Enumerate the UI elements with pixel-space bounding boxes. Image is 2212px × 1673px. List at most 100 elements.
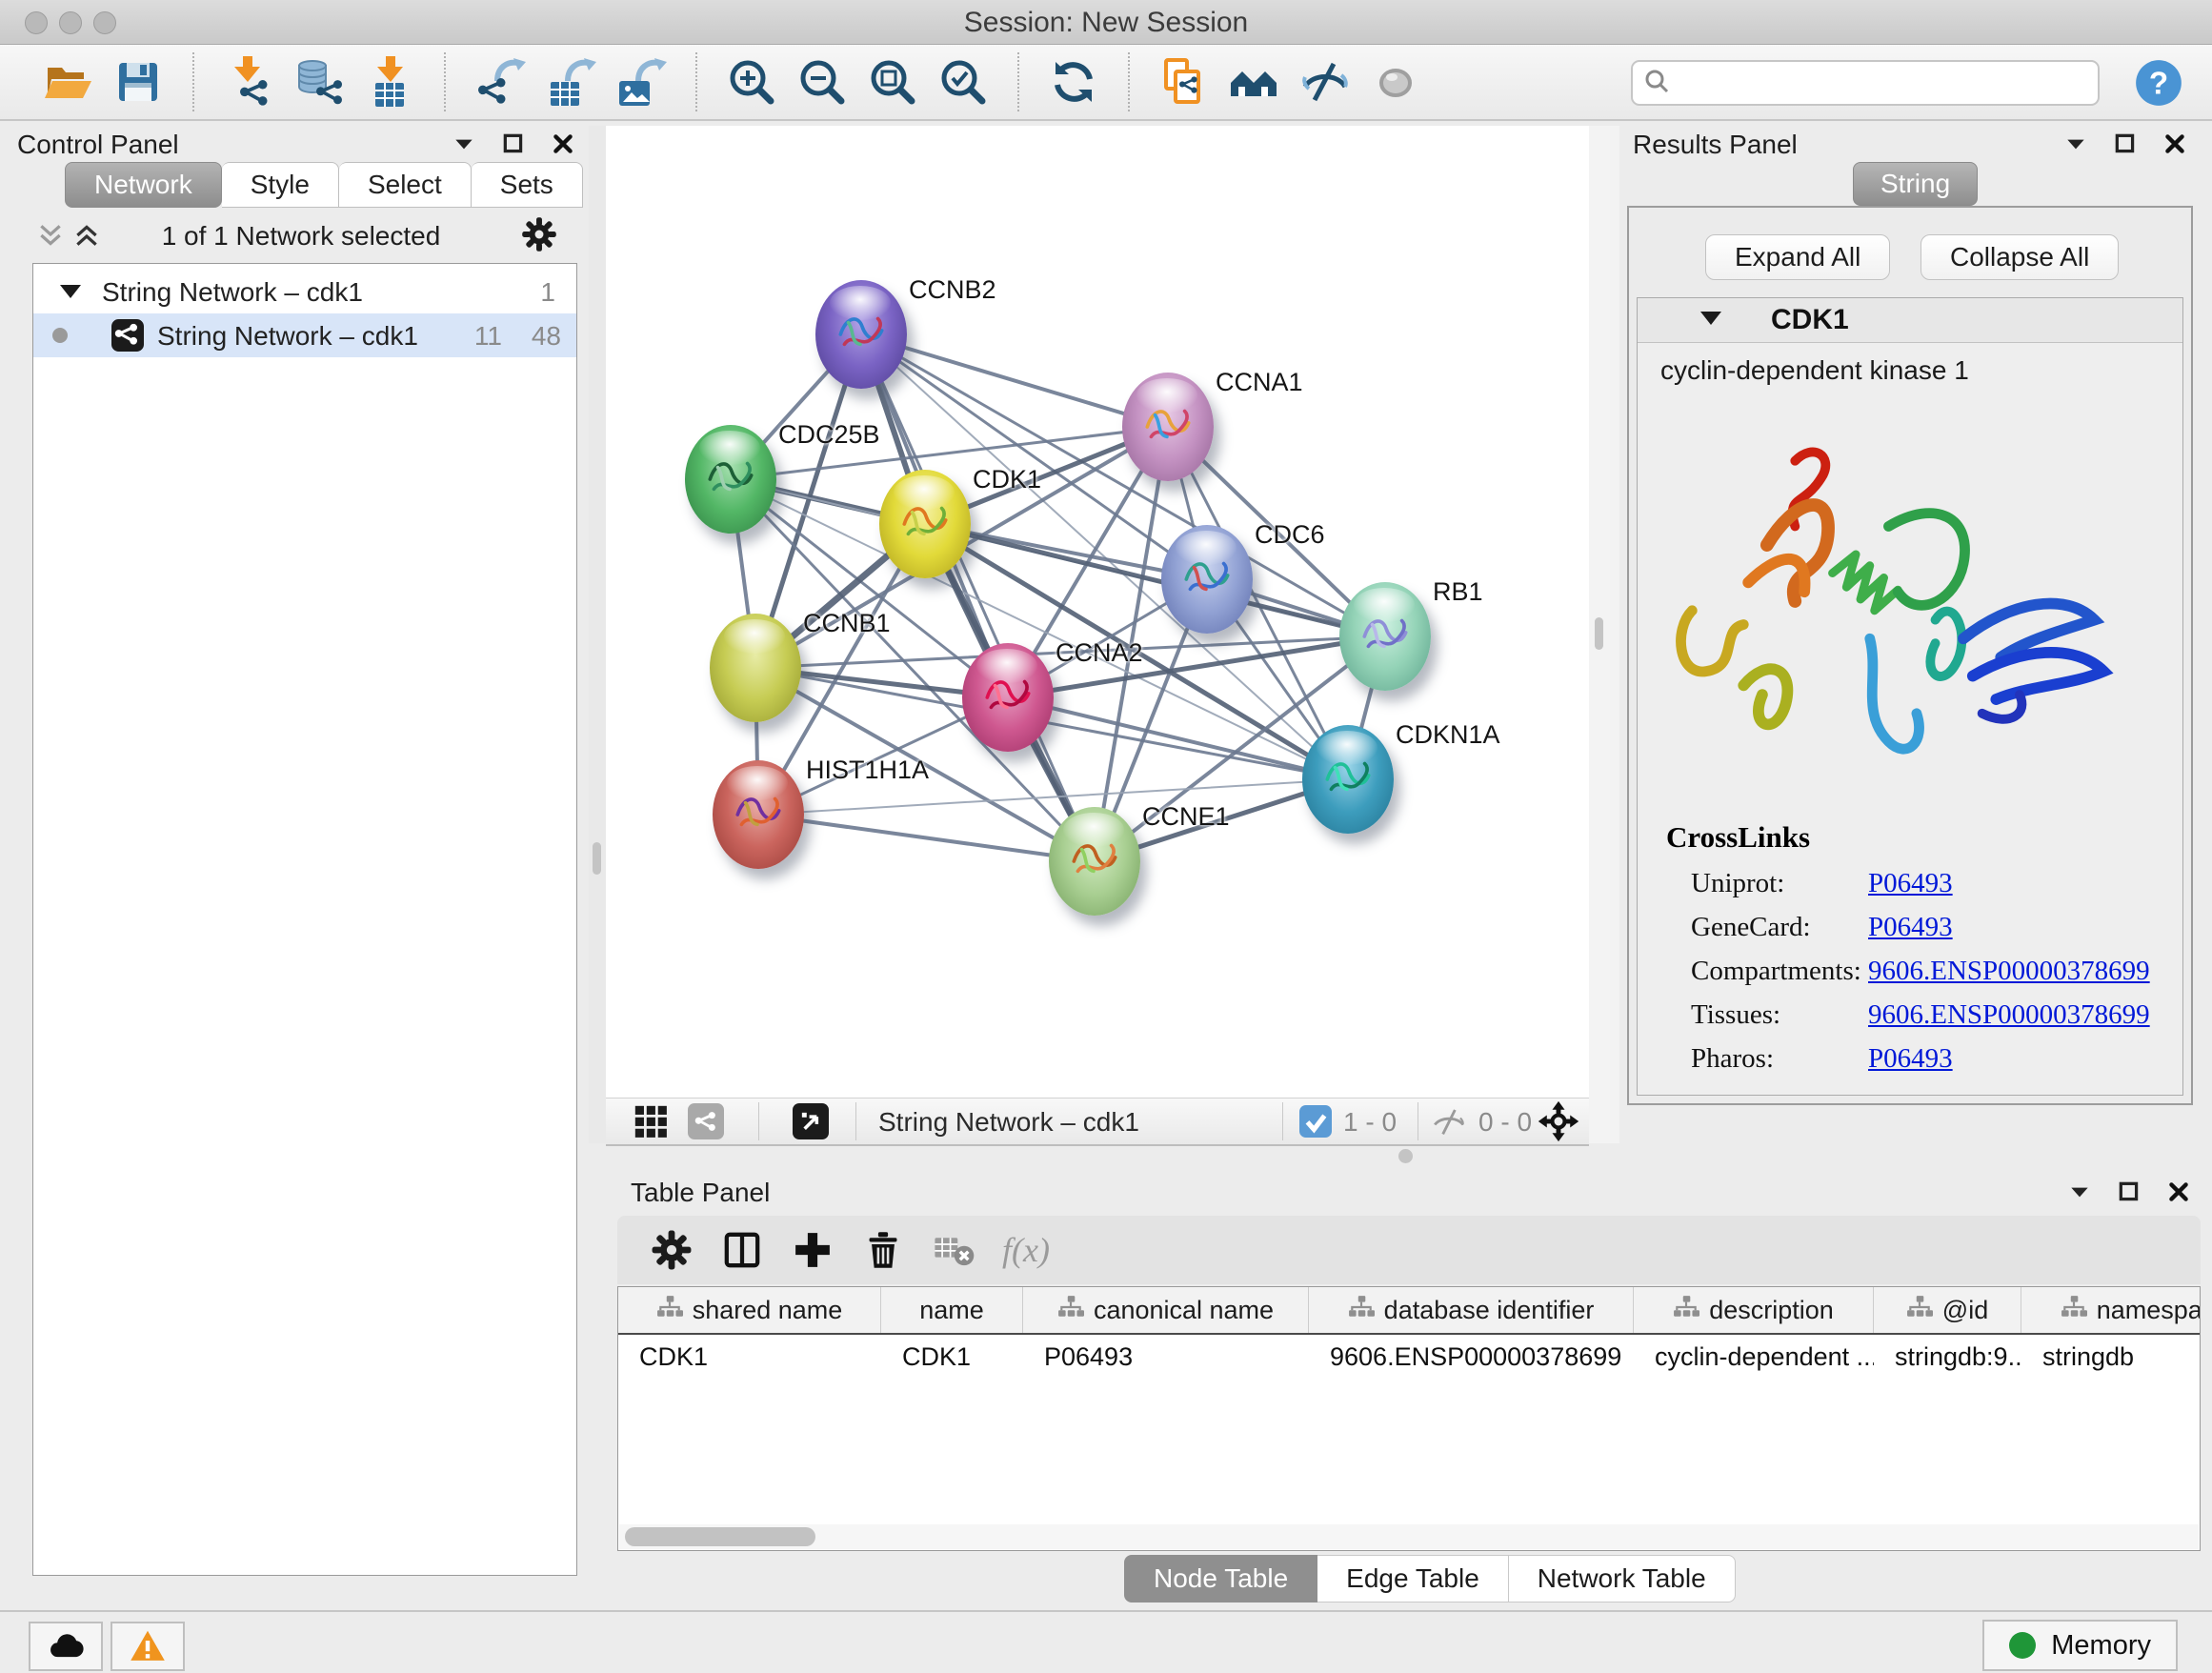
- cell-canonical-name[interactable]: P06493: [1023, 1335, 1309, 1379]
- panel-menu-icon[interactable]: [2067, 1179, 2092, 1209]
- panel-float-icon[interactable]: [501, 131, 526, 161]
- right-splitter[interactable]: [1589, 126, 1619, 1143]
- column-header-description[interactable]: description: [1634, 1287, 1874, 1333]
- zoom-out-button[interactable]: [794, 54, 850, 110]
- import-network-button[interactable]: [221, 54, 276, 110]
- cloud-button[interactable]: [29, 1622, 103, 1671]
- column-header-namespace[interactable]: namespace: [2021, 1287, 2201, 1333]
- cell-database-identifier[interactable]: 9606.ENSP00000378699: [1309, 1335, 1634, 1379]
- hide-items-button[interactable]: [1297, 54, 1353, 110]
- expand-all-button[interactable]: Expand All: [1705, 234, 1890, 280]
- edge-CCNB2-CCNA1[interactable]: [861, 334, 1168, 427]
- tab-style[interactable]: Style: [222, 162, 339, 208]
- zoom-fit-button[interactable]: [865, 54, 920, 110]
- panel-close-icon[interactable]: [551, 131, 575, 161]
- zoom-in-button[interactable]: [724, 54, 779, 110]
- memory-button[interactable]: Memory: [1982, 1620, 2178, 1671]
- birdseye-view-icon[interactable]: [793, 1103, 829, 1139]
- node-CDC6[interactable]: [1161, 525, 1253, 634]
- node-CCNA1[interactable]: [1122, 373, 1214, 481]
- panel-close-icon[interactable]: [2162, 131, 2187, 161]
- node-CDKN1A[interactable]: [1302, 725, 1394, 834]
- refresh-layout-button[interactable]: [1046, 54, 1101, 110]
- fit-content-crosshair-icon[interactable]: [1538, 1100, 1579, 1142]
- add-column-icon[interactable]: [791, 1228, 835, 1272]
- function-builder-icon[interactable]: f(x): [1002, 1230, 1050, 1270]
- network-share-icon[interactable]: [688, 1103, 724, 1139]
- cell-namespace[interactable]: stringdb: [2021, 1335, 2201, 1379]
- cell--id[interactable]: stringdb:9...: [1874, 1335, 2021, 1379]
- tab-string[interactable]: String: [1853, 162, 1978, 206]
- open-session-button[interactable]: [40, 54, 95, 110]
- show-columns-icon[interactable]: [720, 1228, 764, 1272]
- tab-network-table[interactable]: Network Table: [1509, 1555, 1736, 1602]
- cell-shared-name[interactable]: CDK1: [618, 1335, 881, 1379]
- delete-column-icon[interactable]: [861, 1228, 905, 1272]
- tab-edge-table[interactable]: Edge Table: [1317, 1555, 1509, 1602]
- zoom-selected-button[interactable]: [935, 54, 991, 110]
- import-table-button[interactable]: [362, 54, 417, 110]
- node-CCNB2[interactable]: [815, 280, 907, 389]
- search-input[interactable]: [1671, 63, 2098, 103]
- collection-expander-icon[interactable]: [60, 285, 81, 298]
- node-RB1[interactable]: [1339, 582, 1431, 691]
- node-HIST1H1A[interactable]: [713, 760, 804, 869]
- grid-view-icon[interactable]: [633, 1103, 669, 1139]
- panel-float-icon[interactable]: [2117, 1179, 2142, 1209]
- left-splitter[interactable]: [589, 126, 606, 1143]
- network-options-gear-icon[interactable]: [520, 215, 558, 253]
- horizontal-splitter-grip[interactable]: [1398, 1149, 1413, 1163]
- edge-HIST1H1A-CCNE1[interactable]: [758, 815, 1095, 861]
- column-header-shared-name[interactable]: shared name: [618, 1287, 881, 1333]
- gene-expander-icon[interactable]: [1700, 312, 1721, 325]
- import-database-button[interactable]: [292, 54, 347, 110]
- node-CDC25B[interactable]: [685, 425, 776, 534]
- show-items-button[interactable]: [1368, 54, 1423, 110]
- crosslink-link[interactable]: P06493: [1868, 868, 1953, 899]
- cell-name[interactable]: CDK1: [881, 1335, 1023, 1379]
- right-splitter-grip[interactable]: [1595, 617, 1603, 650]
- selected-checkbox-icon[interactable]: [1299, 1105, 1332, 1138]
- table-horizontal-scrollbar[interactable]: [619, 1524, 2199, 1549]
- panel-float-icon[interactable]: [2113, 131, 2138, 161]
- crosslink-link[interactable]: P06493: [1868, 1043, 1953, 1075]
- tab-select[interactable]: Select: [339, 162, 472, 208]
- delete-table-icon[interactable]: [932, 1228, 975, 1272]
- column-header--id[interactable]: @id: [1874, 1287, 2021, 1333]
- clone-network-button[interactable]: [1156, 54, 1212, 110]
- save-session-button[interactable]: [111, 54, 166, 110]
- left-splitter-grip[interactable]: [593, 842, 601, 875]
- horizontal-splitter[interactable]: [606, 1143, 2212, 1174]
- panel-menu-icon[interactable]: [452, 131, 476, 161]
- column-header-name[interactable]: name: [881, 1287, 1023, 1333]
- node-CCNE1[interactable]: [1049, 807, 1140, 916]
- table-row[interactable]: CDK1CDK1P064939606.ENSP00000378699cyclin…: [618, 1335, 2201, 1379]
- column-header-canonical-name[interactable]: canonical name: [1023, 1287, 1309, 1333]
- warnings-button[interactable]: [111, 1622, 185, 1671]
- tab-node-table[interactable]: Node Table: [1124, 1555, 1317, 1602]
- network-collection-row[interactable]: String Network – cdk1 1: [33, 270, 576, 313]
- scrollbar-thumb[interactable]: [625, 1527, 815, 1546]
- export-network-button[interactable]: [473, 54, 528, 110]
- edge-CCNA2-CDKN1A[interactable]: [1008, 697, 1348, 779]
- tab-network[interactable]: Network: [65, 162, 222, 208]
- network-canvas[interactable]: CCNB2CCNA1CDC25BCDK1CDC6RB1CCNB1CCNA2CDK…: [606, 126, 1589, 1098]
- gene-section-header[interactable]: CDK1: [1638, 298, 2182, 343]
- node-CDK1[interactable]: [879, 470, 971, 578]
- export-table-button[interactable]: [543, 54, 598, 110]
- collapse-all-button[interactable]: Collapse All: [1920, 234, 2119, 280]
- panel-menu-icon[interactable]: [2063, 131, 2088, 161]
- crosslink-link[interactable]: P06493: [1868, 912, 1953, 943]
- home-button[interactable]: [1227, 54, 1282, 110]
- node-CCNA2[interactable]: [962, 643, 1054, 752]
- search-box[interactable]: [1631, 60, 2100, 106]
- panel-close-icon[interactable]: [2166, 1179, 2191, 1209]
- help-button[interactable]: ?: [2132, 56, 2185, 110]
- cell-description[interactable]: cyclin-dependent ...: [1634, 1335, 1874, 1379]
- column-header-database-identifier[interactable]: database identifier: [1309, 1287, 1634, 1333]
- node-CCNB1[interactable]: [710, 614, 801, 722]
- export-image-button[interactable]: [613, 54, 669, 110]
- tab-sets[interactable]: Sets: [472, 162, 583, 208]
- crosslink-link[interactable]: 9606.ENSP00000378699: [1868, 956, 2150, 987]
- table-options-gear-icon[interactable]: [650, 1228, 694, 1272]
